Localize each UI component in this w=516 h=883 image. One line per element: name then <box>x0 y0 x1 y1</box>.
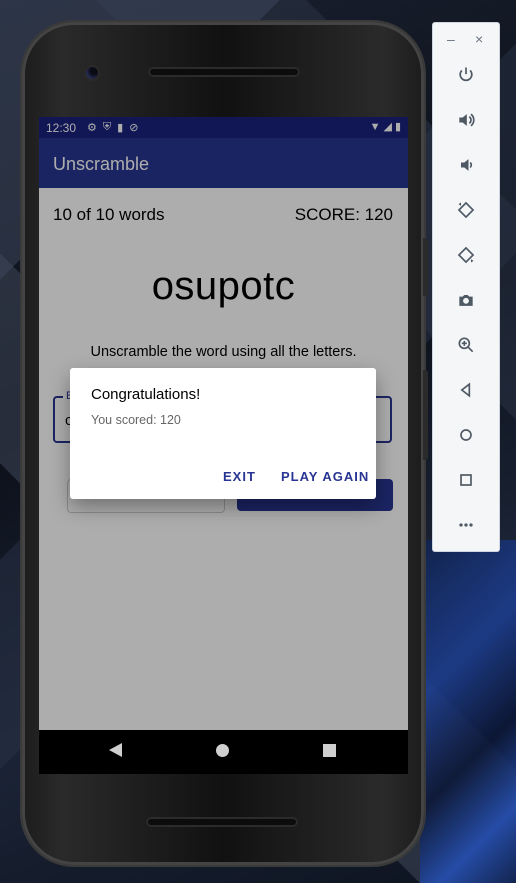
zoom-icon[interactable] <box>433 325 499 365</box>
nav-back-icon[interactable] <box>109 743 122 757</box>
camera-icon[interactable] <box>433 280 499 320</box>
volume-down-icon[interactable] <box>433 145 499 185</box>
wallpaper-accent <box>420 540 516 883</box>
emulator-title-bar: – × <box>433 23 499 55</box>
emulator-toolbar: – × <box>433 23 499 551</box>
play-again-button[interactable]: PLAY AGAIN <box>281 469 369 484</box>
front-camera <box>86 67 98 79</box>
volume-up-icon[interactable] <box>433 100 499 140</box>
dialog-message: You scored: 120 <box>91 413 181 427</box>
more-icon[interactable] <box>433 505 499 545</box>
power-icon[interactable] <box>433 55 499 95</box>
nav-home-icon[interactable] <box>216 744 229 757</box>
close-button[interactable]: × <box>475 31 483 47</box>
dialog-title: Congratulations! <box>91 386 201 403</box>
bottom-speaker <box>146 817 298 827</box>
congratulations-dialog: Congratulations! You scored: 120 EXIT PL… <box>70 368 376 499</box>
back-icon[interactable] <box>433 370 499 410</box>
phone-side-button[interactable] <box>423 238 428 296</box>
exit-button[interactable]: EXIT <box>223 469 256 484</box>
overview-icon[interactable] <box>433 460 499 500</box>
phone-volume-button[interactable] <box>423 370 428 460</box>
navigation-bar <box>39 730 408 774</box>
minimize-button[interactable]: – <box>447 31 455 47</box>
rotate-left-icon[interactable] <box>433 190 499 230</box>
earpiece-speaker <box>148 67 300 77</box>
rotate-right-icon[interactable] <box>433 235 499 275</box>
nav-recents-icon[interactable] <box>323 744 336 757</box>
home-icon[interactable] <box>433 415 499 455</box>
